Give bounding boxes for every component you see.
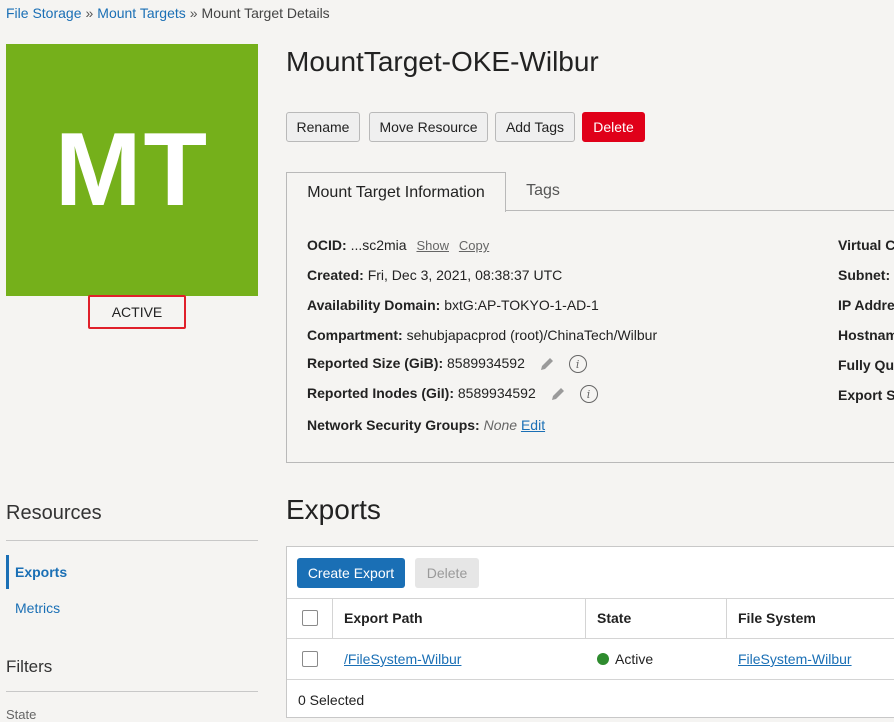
sidebar-item-exports[interactable]: Exports — [6, 555, 258, 589]
filter-state-label: State — [6, 707, 37, 722]
subnet-label: Subnet: — [838, 267, 891, 283]
column-header-file-system[interactable]: File System — [738, 610, 816, 626]
ip-address-label: IP Addre — [838, 297, 894, 313]
breadcrumb-separator: » — [189, 5, 198, 21]
column-header-state[interactable]: State — [597, 610, 631, 626]
export-path-link[interactable]: /FileSystem-Wilbur — [344, 651, 461, 667]
column-divider — [332, 598, 333, 638]
reported-inodes-row: Reported Inodes (GiI): 8589934592 i — [307, 385, 598, 404]
file-system-link[interactable]: FileSystem-Wilbur — [738, 651, 852, 667]
reported-size-value: 8589934592 — [447, 355, 525, 371]
availability-domain-label: Availability Domain: — [307, 297, 441, 313]
compartment-row: Compartment: sehubjapacprod (root)/China… — [307, 327, 657, 343]
ocid-show-link[interactable]: Show — [416, 238, 449, 253]
resources-heading: Resources — [6, 502, 102, 524]
resource-initials: MT — [54, 112, 210, 228]
divider — [6, 691, 258, 692]
compartment-value: sehubjapacprod (root)/ChinaTech/Wilbur — [406, 327, 658, 343]
sidebar-item-metrics[interactable]: Metrics — [6, 591, 258, 625]
tab-tags[interactable]: Tags — [506, 172, 580, 210]
reported-inodes-label: Reported Inodes (GiI): — [307, 385, 454, 401]
breadcrumb-mount-targets[interactable]: Mount Targets — [97, 5, 185, 21]
column-header-export-path[interactable]: Export Path — [344, 610, 423, 626]
pencil-icon[interactable] — [550, 386, 566, 402]
reported-inodes-value: 8589934592 — [457, 385, 536, 401]
availability-domain-value: bxtG:AP-TOKYO-1-AD-1 — [444, 297, 599, 313]
ocid-label: OCID: — [307, 237, 347, 253]
export-set-label: Export S — [838, 387, 894, 403]
export-state-label: Active — [615, 651, 654, 667]
selected-count: 0 Selected — [298, 692, 365, 708]
availability-domain-row: Availability Domain: bxtG:AP-TOKYO-1-AD-… — [307, 297, 599, 313]
divider — [287, 679, 894, 680]
breadcrumb: File Storage» Mount Targets» Mount Target … — [6, 5, 330, 21]
compartment-label: Compartment: — [307, 327, 403, 343]
info-icon[interactable]: i — [568, 355, 587, 374]
status-badge: ACTIVE — [88, 295, 186, 329]
created-value: Fri, Dec 3, 2021, 08:38:37 UTC — [367, 267, 563, 283]
divider — [6, 540, 258, 541]
nsg-row: Network Security Groups: None Edit — [307, 417, 545, 433]
row-checkbox[interactable] — [302, 651, 318, 667]
create-export-button[interactable]: Create Export — [297, 558, 405, 588]
hostname-label: Hostnam — [838, 327, 894, 343]
reported-size-row: Reported Size (GiB): 8589934592 i — [307, 355, 587, 374]
created-label: Created: — [307, 267, 364, 283]
created-row: Created: Fri, Dec 3, 2021, 08:38:37 UTC — [307, 267, 562, 283]
rename-button[interactable]: Rename — [286, 112, 360, 142]
status-dot-icon — [597, 653, 609, 665]
nsg-label: Network Security Groups: — [307, 417, 480, 433]
column-divider — [585, 598, 586, 638]
divider — [287, 638, 894, 639]
info-icon[interactable]: i — [579, 385, 598, 404]
ocid-copy-link[interactable]: Copy — [459, 238, 489, 253]
ocid-value: ...sc2mia — [350, 237, 407, 253]
fqdn-label: Fully Qu — [838, 357, 894, 373]
nsg-edit-link[interactable]: Edit — [521, 417, 545, 433]
pencil-icon[interactable] — [539, 356, 555, 372]
virtual-cloud-network-label: Virtual C — [838, 237, 894, 253]
export-state: Active — [597, 651, 653, 667]
breadcrumb-file-storage[interactable]: File Storage — [6, 5, 81, 21]
filters-heading: Filters — [6, 657, 53, 676]
nsg-value: None — [483, 417, 518, 433]
ocid-row: OCID: ...sc2mia Show Copy — [307, 237, 489, 253]
delete-button[interactable]: Delete — [582, 112, 645, 142]
breadcrumb-separator: » — [85, 5, 94, 21]
tab-mount-target-information[interactable]: Mount Target Information — [286, 172, 506, 212]
delete-export-button[interactable]: Delete — [415, 558, 479, 588]
add-tags-button[interactable]: Add Tags — [495, 112, 575, 142]
reported-size-label: Reported Size (GiB): — [307, 355, 444, 371]
move-resource-button[interactable]: Move Resource — [369, 112, 488, 142]
divider — [287, 598, 894, 599]
column-divider — [726, 598, 727, 638]
exports-heading: Exports — [286, 494, 381, 525]
select-all-checkbox[interactable] — [302, 610, 318, 626]
resource-icon-tile: MT — [6, 44, 258, 296]
page-title: MountTarget-OKE-Wilbur — [286, 46, 599, 77]
breadcrumb-current: Mount Target Details — [201, 5, 330, 21]
